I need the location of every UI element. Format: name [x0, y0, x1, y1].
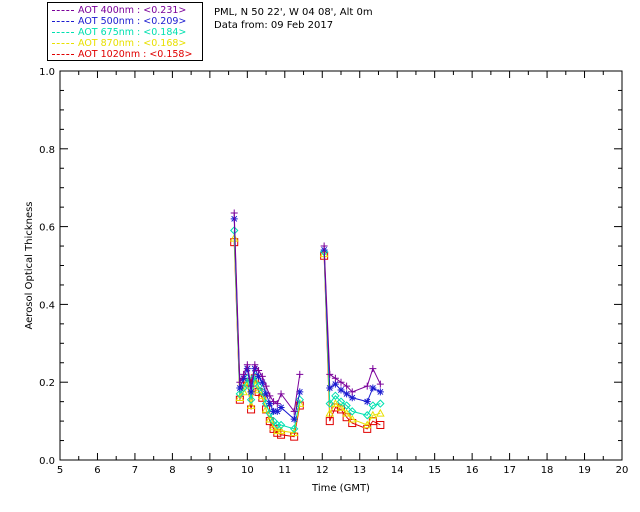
data-point: [326, 370, 334, 378]
x-tick-label: 17: [503, 465, 516, 476]
series-layer: [229, 209, 385, 441]
data-point: [343, 390, 351, 398]
x-tick-label: 8: [169, 465, 175, 476]
y-tick-label: 0.6: [39, 223, 55, 234]
data-point: [251, 361, 259, 369]
y-axis-label: Aerosol Optical Thickness: [24, 201, 35, 329]
data-point: [296, 370, 304, 378]
y-tick-label: 1.0: [39, 67, 55, 78]
data-point: [320, 242, 328, 250]
series-aot-675nm: [230, 226, 385, 434]
data-point: [277, 403, 285, 411]
x-tick-label: 19: [578, 465, 591, 476]
y-tick-label: 0.4: [39, 300, 55, 311]
x-tick-label: 20: [616, 465, 629, 476]
data-point: [369, 384, 377, 392]
data-point: [337, 378, 345, 386]
x-tick-label: 10: [241, 465, 254, 476]
data-point: [326, 384, 334, 392]
x-tick-label: 5: [57, 465, 63, 476]
x-tick-label: 18: [541, 465, 554, 476]
data-point: [266, 400, 274, 408]
x-axis: 5 6 7 8 9 10 11 12 13 14 15 16 17 18 19 20: [57, 71, 629, 476]
series-aot-500nm: [230, 215, 384, 423]
data-point: [376, 380, 384, 388]
x-tick-label: 13: [353, 465, 366, 476]
data-point: [376, 388, 384, 396]
data-point: [230, 209, 238, 217]
series-line: [233, 230, 301, 430]
x-axis-label: Time (GMT): [311, 483, 370, 494]
data-point: [270, 398, 278, 406]
x-tick-label: 16: [466, 465, 479, 476]
data-point: [337, 386, 345, 394]
y-tick-label: 0.8: [39, 145, 55, 156]
x-tick-label: 9: [207, 465, 213, 476]
x-tick-label: 15: [428, 465, 441, 476]
x-tick-label: 6: [94, 465, 100, 476]
y-tick-label: 0.0: [39, 456, 55, 467]
data-point: [243, 361, 251, 369]
series-line: [323, 249, 381, 403]
data-point: [290, 415, 298, 423]
data-point: [331, 374, 339, 382]
x-tick-label: 14: [391, 465, 404, 476]
data-point: [255, 367, 263, 375]
data-point: [369, 365, 377, 373]
series-aot-1020nm: [230, 238, 385, 441]
x-tick-label: 11: [278, 465, 291, 476]
aot-chart: 5 6 7 8 9 10 11 12 13 14 15 16 17 18 19 20 0.0 0.2 0.4 0.6…: [24, 67, 629, 494]
data-point: [363, 382, 371, 390]
y-tick-label: 0.2: [39, 378, 55, 389]
x-tick-label: 12: [316, 465, 329, 476]
x-tick-label: 7: [132, 465, 138, 476]
series-line: [323, 246, 381, 393]
data-point: [363, 398, 371, 406]
data-point: [375, 408, 385, 417]
